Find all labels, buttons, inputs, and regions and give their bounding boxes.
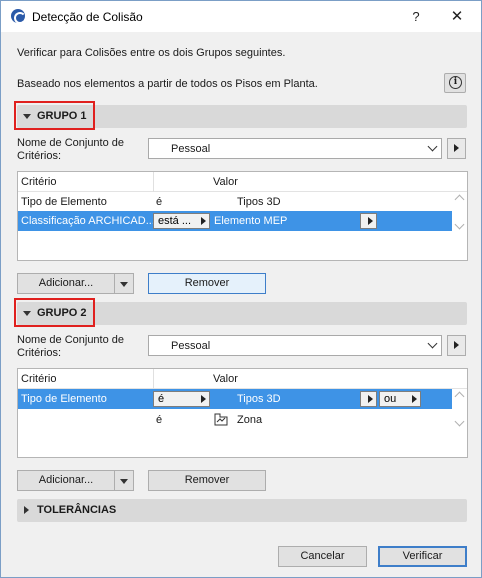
- group2-remove-button[interactable]: Remover: [148, 470, 266, 491]
- window-title: Detecção de Colisão: [32, 10, 143, 24]
- row-value: Tipos 3D: [237, 196, 281, 208]
- intro-text-1: Verificar para Colisões entre os dois Gr…: [17, 47, 286, 59]
- column-criterion: Critério: [21, 176, 57, 188]
- add-label: Adicionar...: [38, 277, 94, 289]
- add-label: Adicionar...: [38, 474, 94, 486]
- chevron-down-icon: [427, 338, 438, 349]
- operator-dropdown[interactable]: está ...: [153, 213, 210, 229]
- value-menu-button[interactable]: [360, 213, 377, 229]
- column-criterion: Critério: [21, 373, 57, 385]
- group1-criteria-set-dropdown[interactable]: Pessoal: [148, 138, 442, 159]
- info-button[interactable]: i: [444, 73, 466, 93]
- logic-label: ou: [384, 393, 397, 405]
- column-separator: [153, 369, 154, 389]
- row-criterion: Tipo de Elemento: [21, 196, 107, 208]
- group2-criteria-menu-button[interactable]: [447, 335, 466, 356]
- table-row[interactable]: Tipo de Elemento é Tipos 3D: [18, 192, 452, 212]
- info-icon: i: [449, 76, 462, 89]
- scroll-up-icon[interactable]: [454, 194, 465, 205]
- arrow-right-icon: [368, 395, 373, 403]
- group2-highlight-box: [14, 298, 95, 327]
- table-header: Critério Valor: [18, 369, 467, 389]
- operator-dropdown[interactable]: é: [153, 391, 210, 407]
- arrow-right-icon: [368, 217, 373, 225]
- row-criterion: Classificação ARCHICAD...: [21, 215, 155, 227]
- archicad-app-icon: [11, 9, 26, 24]
- row-value: Zona: [237, 414, 263, 426]
- row-value: Elemento MEP: [214, 215, 288, 227]
- group2-criteria-table: Critério Valor Tipo de Elemento é Tipos …: [17, 368, 468, 458]
- group1-criteria-label-1: Nome de Conjunto de: [17, 137, 125, 149]
- group1-remove-button[interactable]: Remover: [148, 273, 266, 294]
- arrow-right-icon: [201, 395, 206, 403]
- operator-label: é: [158, 393, 165, 405]
- column-value: Valor: [213, 176, 238, 188]
- zone-icon: [214, 413, 228, 426]
- row-criterion: Tipo de Elemento: [21, 393, 107, 405]
- group1-criteria-table: Critério Valor Tipo de Elemento é Tipos …: [17, 171, 468, 261]
- table-row-selected[interactable]: Classificação ARCHICAD... está ... Eleme…: [18, 211, 452, 231]
- column-value: Valor: [213, 373, 238, 385]
- dropdown-arrow-icon[interactable]: [120, 479, 128, 484]
- scroll-down-icon[interactable]: [454, 416, 465, 427]
- split-divider: [114, 471, 115, 490]
- group2-criteria-set-dropdown[interactable]: Pessoal: [148, 335, 442, 356]
- cancel-button[interactable]: Cancelar: [278, 546, 367, 567]
- arrow-right-icon: [201, 217, 206, 225]
- value-menu-button[interactable]: [360, 391, 377, 407]
- group1-criteria-menu-button[interactable]: [447, 138, 466, 159]
- table-row-selected[interactable]: Tipo de Elemento é Tipos 3D ou: [18, 389, 452, 409]
- group2-criteria-label-2: Critérios:: [17, 347, 62, 359]
- intro-text-2: Baseado nos elementos a partir de todos …: [17, 78, 318, 90]
- tolerances-header[interactable]: TOLERÂNCIAS: [17, 499, 467, 522]
- group1-add-button[interactable]: Adicionar...: [17, 273, 134, 294]
- close-button[interactable]: ✕: [437, 1, 477, 32]
- collapse-triangle-icon: [24, 506, 29, 514]
- dialog-window: Detecção de Colisão ? ✕ Verificar para C…: [0, 0, 482, 578]
- group2-criteria-label-1: Nome de Conjunto de: [17, 334, 125, 346]
- table-row[interactable]: é Zona: [18, 410, 452, 430]
- arrow-right-icon: [412, 395, 417, 403]
- operator-label: está ...: [158, 215, 192, 227]
- tolerances-title: TOLERÂNCIAS: [37, 504, 117, 516]
- row-operator: é: [156, 414, 163, 426]
- row-operator: é: [156, 196, 163, 208]
- group1-highlight-box: [14, 101, 95, 130]
- verify-button[interactable]: Verificar: [378, 546, 467, 567]
- group2-criteria-value: Pessoal: [171, 340, 211, 352]
- dropdown-arrow-icon[interactable]: [120, 282, 128, 287]
- logic-dropdown[interactable]: ou: [379, 391, 421, 407]
- column-separator: [153, 172, 154, 192]
- split-divider: [114, 274, 115, 293]
- help-button[interactable]: ?: [396, 1, 436, 32]
- chevron-down-icon: [427, 141, 438, 152]
- scroll-down-icon[interactable]: [454, 219, 465, 230]
- group1-criteria-value: Pessoal: [171, 143, 211, 155]
- group1-criteria-label-2: Critérios:: [17, 150, 62, 162]
- title-bar: Detecção de Colisão ? ✕: [1, 1, 481, 32]
- scroll-up-icon[interactable]: [454, 391, 465, 402]
- row-value: Tipos 3D: [237, 393, 281, 405]
- table-header: Critério Valor: [18, 172, 467, 192]
- group2-add-button[interactable]: Adicionar...: [17, 470, 134, 491]
